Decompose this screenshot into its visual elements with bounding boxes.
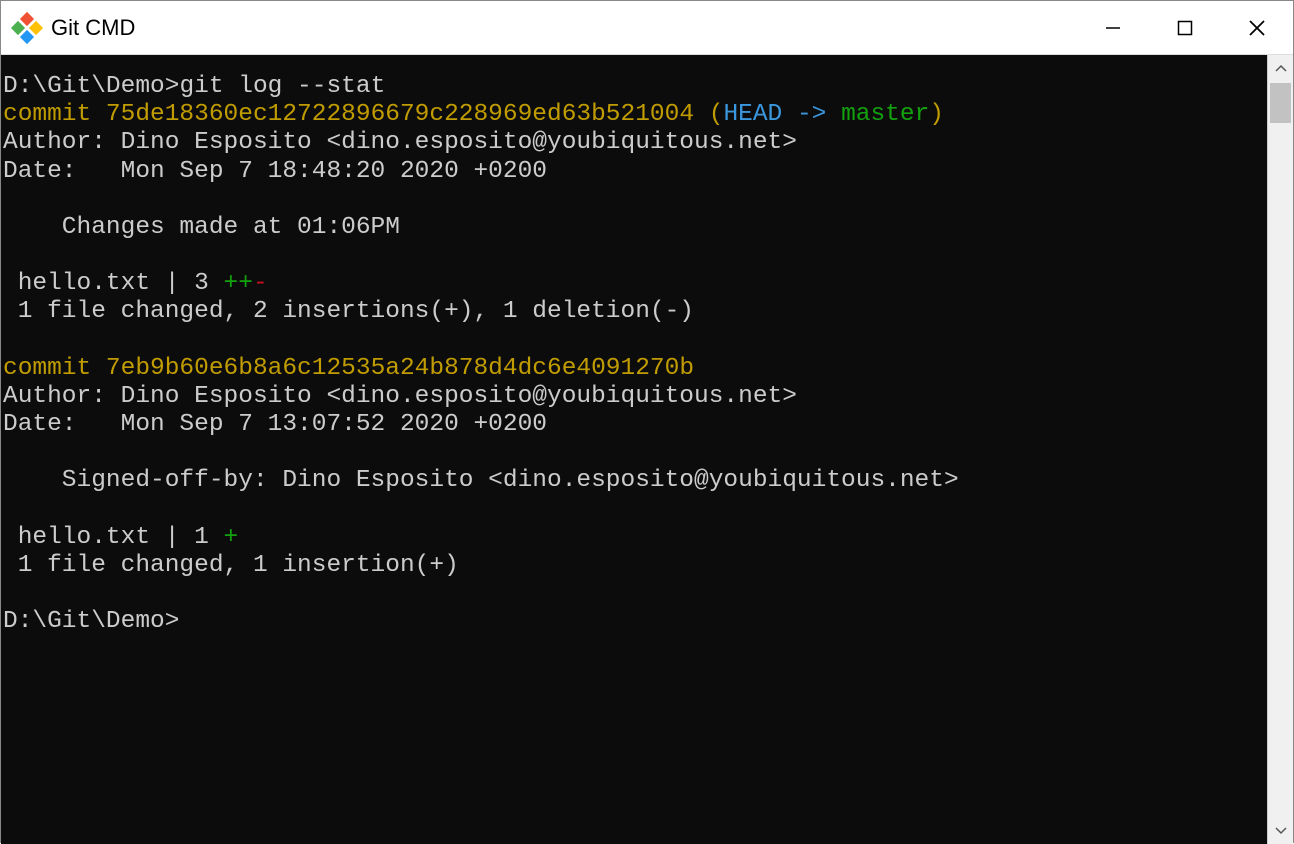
stat-insertions-icon: ++ [224, 270, 253, 297]
stat-summary: 1 file changed, 2 insertions(+), 1 delet… [3, 298, 694, 325]
commit-label: commit [3, 355, 106, 382]
window-title: Git CMD [51, 15, 1077, 41]
ref-open: ( [694, 101, 723, 128]
maximize-button[interactable] [1149, 1, 1221, 54]
commit-message: Signed-off-by: Dino Esposito <dino.espos… [3, 467, 959, 494]
titlebar: Git CMD [1, 1, 1293, 55]
command-text: git log --stat [179, 73, 385, 100]
commit-hash: 7eb9b60e6b8a6c12535a24b878d4dc6e4091270b [106, 355, 694, 382]
scroll-down-arrow-icon[interactable] [1268, 818, 1293, 844]
commit-label: commit [3, 101, 106, 128]
minimize-button[interactable] [1077, 1, 1149, 54]
vertical-scrollbar[interactable] [1267, 55, 1293, 844]
date-line: Date: Mon Sep 7 13:07:52 2020 +0200 [3, 411, 547, 438]
prompt: D:\Git\Demo> [3, 608, 179, 635]
stat-file: hello.txt | 1 [3, 524, 224, 551]
terminal-output[interactable]: D:\Git\Demo>git log --stat commit 75de18… [1, 55, 1267, 844]
author-line: Author: Dino Esposito <dino.esposito@you… [3, 383, 797, 410]
head-ref: HEAD -> [723, 101, 841, 128]
scroll-up-arrow-icon[interactable] [1268, 55, 1293, 81]
stat-insertions-icon: + [224, 524, 239, 551]
commit-message: Changes made at 01:06PM [3, 214, 400, 241]
stat-summary: 1 file changed, 1 insertion(+) [3, 552, 459, 579]
git-app-icon [13, 14, 41, 42]
close-button[interactable] [1221, 1, 1293, 54]
ref-close: ) [929, 101, 944, 128]
stat-file: hello.txt | 3 [3, 270, 224, 297]
prompt: D:\Git\Demo> [3, 73, 179, 100]
scroll-thumb[interactable] [1270, 83, 1291, 123]
date-line: Date: Mon Sep 7 18:48:20 2020 +0200 [3, 158, 547, 185]
author-line: Author: Dino Esposito <dino.esposito@you… [3, 129, 797, 156]
console-area: D:\Git\Demo>git log --stat commit 75de18… [1, 55, 1293, 844]
commit-hash: 75de18360ec12722896679c228969ed63b521004 [106, 101, 694, 128]
branch-name: master [841, 101, 929, 128]
stat-deletions-icon: - [253, 270, 268, 297]
window-controls [1077, 1, 1293, 54]
